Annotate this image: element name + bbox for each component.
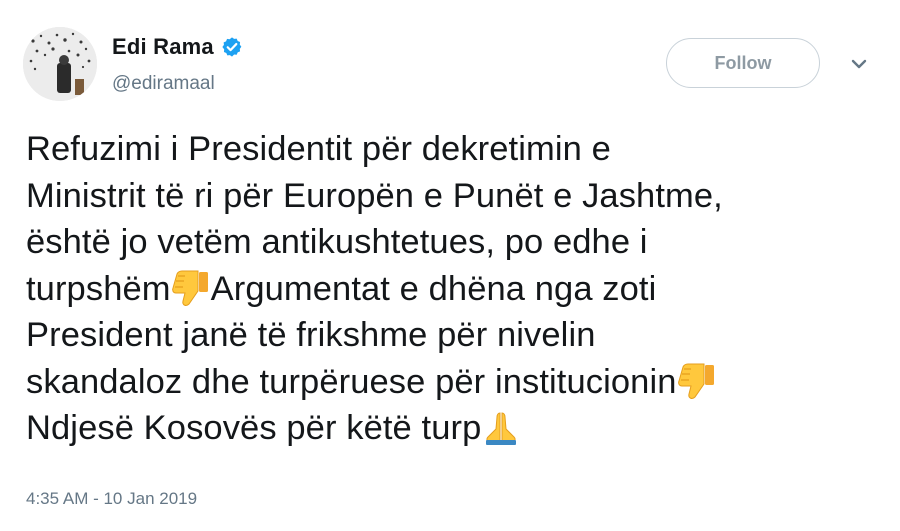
tweet-card: Edi Rama @ediramaal Follow Refuzimi i Pr… — [0, 0, 900, 531]
tweet-text-segment: Ndjesë Kosovës për këtë turp — [26, 409, 482, 447]
follow-button[interactable]: Follow — [666, 38, 820, 88]
tweet-line: President janë të frikshme për nivelin — [26, 316, 596, 354]
author-name-row: Edi Rama — [112, 34, 243, 60]
tweet-line: skandaloz dhe turpëruese për institucion… — [26, 359, 886, 406]
tweet-line: Refuzimi i Presidentit për dekretimin e — [26, 130, 611, 168]
chevron-down-icon[interactable] — [848, 53, 870, 75]
thumbs-down-emoji — [677, 363, 714, 399]
tweet-timestamp[interactable]: 4:35 AM - 10 Jan 2019 — [26, 489, 197, 509]
tweet-line: turpshëm Argumentat e dhëna nga zoti — [26, 266, 886, 313]
tweet-text-segment: skandaloz dhe turpëruese për institucion… — [26, 362, 677, 401]
tweet-text-segment: turpshëm — [26, 269, 171, 308]
author-name[interactable]: Edi Rama — [112, 34, 214, 60]
folded-hands-emoji — [486, 412, 517, 445]
author-handle[interactable]: @ediramaal — [112, 73, 215, 95]
tweet-text: Refuzimi i Presidentit për dekretimin e … — [26, 126, 886, 452]
tweet-line: Ndjesë Kosovës për këtë turp — [26, 405, 886, 452]
tweet-text-segment: Argumentat e dhëna nga zoti — [210, 269, 657, 308]
tweet-line: është jo vetëm antikushtetues, po edhe i — [26, 223, 648, 261]
avatar[interactable] — [23, 27, 97, 101]
verified-badge-icon — [222, 37, 242, 57]
tweet-line: Ministrit të ri për Europën e Punët e Ja… — [26, 176, 723, 215]
thumbs-down-emoji — [171, 270, 208, 306]
